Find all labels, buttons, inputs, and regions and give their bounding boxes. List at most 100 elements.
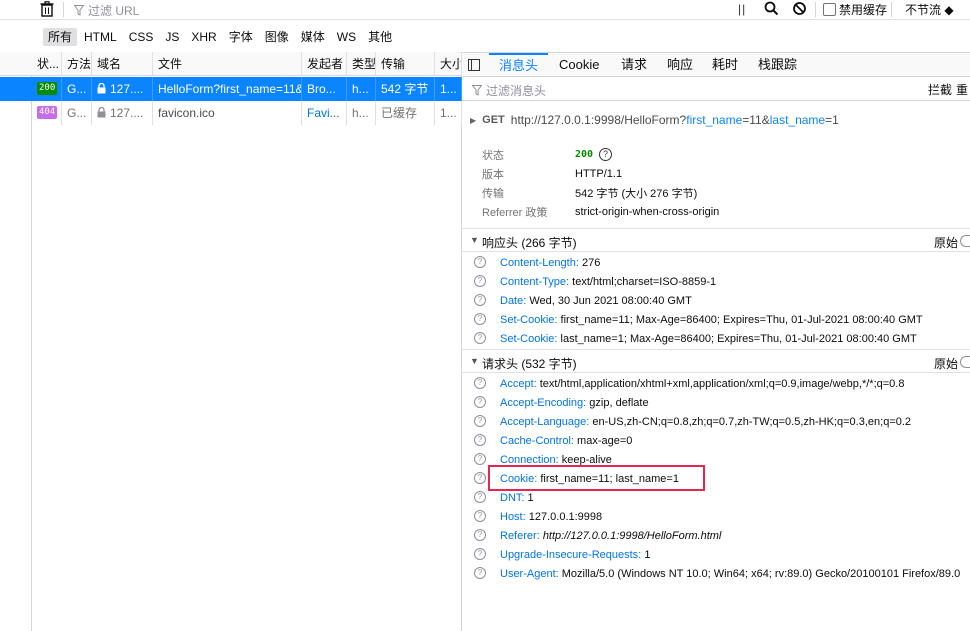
header-row: ? Accept-Encoding: gzip, deflate <box>462 394 970 413</box>
help-icon[interactable]: ? <box>474 275 486 287</box>
tab-stack-trace[interactable]: 栈跟踪 <box>758 53 797 77</box>
response-headers-section[interactable]: ▼ 响应头 (266 字节) 原始 <box>462 228 970 252</box>
filter-icon <box>74 5 84 16</box>
tab-response[interactable]: 响应 <box>667 53 693 77</box>
collapse-triangle-icon[interactable]: ▼ <box>470 235 479 245</box>
trash-icon[interactable] <box>40 1 56 17</box>
type-filter-ws[interactable]: WS <box>332 28 361 46</box>
help-icon[interactable]: ? <box>474 434 486 446</box>
url-filter-input[interactable]: 过滤 URL <box>74 2 139 19</box>
main-toolbar: 过滤 URL || 禁用缓存 不节流 ◆ <box>0 0 970 20</box>
request-headers-section[interactable]: ▼ 请求头 (532 字节) 原始 <box>462 349 970 373</box>
request-domain-cell: 127.... <box>92 77 153 101</box>
type-filter-other[interactable]: 其他 <box>363 28 397 46</box>
tab-timings[interactable]: 耗时 <box>712 53 738 77</box>
column-file[interactable]: 文件 <box>153 52 302 75</box>
pause-icon[interactable]: || <box>738 2 746 16</box>
url-param-name: last_name <box>769 113 826 127</box>
column-method[interactable]: 方法 <box>62 52 92 75</box>
tab-headers[interactable]: 消息头 <box>489 53 549 77</box>
request-initiator-cell: Favi... <box>302 101 347 125</box>
type-filter-xhr[interactable]: XHR <box>186 28 221 46</box>
summary-value: 200? <box>575 148 613 161</box>
raw-toggle-switch[interactable] <box>960 235 970 247</box>
help-icon[interactable]: ? <box>474 415 486 427</box>
header-value: en-US,zh-CN;q=0.8,zh;q=0.7,zh-TW;q=0.5,z… <box>592 416 912 428</box>
section-title: 响应头 (266 字节) <box>482 236 577 250</box>
header-value: first_name=11; Max-Age=86400; Expires=Th… <box>560 314 923 326</box>
help-icon[interactable]: ? <box>474 256 486 268</box>
request-size-cell: 1... <box>435 77 462 101</box>
type-filter-css[interactable]: CSS <box>124 28 159 46</box>
disable-cache-checkbox[interactable]: 禁用缓存 <box>823 1 887 18</box>
help-icon[interactable]: ? <box>474 529 486 541</box>
summary-label: Referrer 政策 <box>482 206 548 219</box>
type-filter-fonts[interactable]: 字体 <box>224 28 258 46</box>
toolbar-divider <box>63 2 64 17</box>
request-status-cell: 404 <box>32 101 62 125</box>
block-icon[interactable] <box>792 1 807 19</box>
lock-icon <box>97 78 106 101</box>
table-row[interactable]: 404 G... 127.... favicon.ico Favi... h..… <box>0 101 462 125</box>
header-value: 1 <box>644 549 651 561</box>
status-code: 200 <box>575 149 594 160</box>
help-icon[interactable]: ? <box>474 491 486 503</box>
column-domain[interactable]: 域名 <box>92 52 153 75</box>
help-icon[interactable]: ? <box>474 472 486 484</box>
collapse-triangle-icon[interactable]: ▼ <box>470 356 479 366</box>
header-value: max-age=0 <box>577 435 633 447</box>
help-icon[interactable]: ? <box>474 567 486 579</box>
header-row: ? Content-Length: 276 <box>462 254 970 273</box>
request-url-line: ▶ GET http://127.0.0.1:9998/HelloForm? fi… <box>470 113 839 127</box>
type-filter-media[interactable]: 媒体 <box>296 28 330 46</box>
type-filter-js[interactable]: JS <box>160 28 184 46</box>
summary-row-version: 版本 HTTP/1.1 <box>482 164 719 183</box>
help-icon[interactable]: ? <box>474 313 486 325</box>
header-name: Content-Type: <box>500 276 570 288</box>
checkbox-box[interactable] <box>823 3 836 16</box>
throttle-dropdown[interactable]: 不节流 ◆ <box>905 1 954 18</box>
column-initiator[interactable]: 发起者 <box>302 52 347 75</box>
search-icon[interactable] <box>764 1 779 19</box>
help-icon[interactable]: ? <box>599 148 613 161</box>
help-icon[interactable]: ? <box>474 548 486 560</box>
column-type[interactable]: 类型 <box>347 52 376 75</box>
help-icon[interactable]: ? <box>474 377 486 389</box>
help-icon[interactable]: ? <box>474 453 486 465</box>
summary-label: 传输 <box>482 187 504 200</box>
headers-filter-input[interactable]: 过滤消息头 <box>472 82 546 99</box>
toggle-sidebar-icon[interactable] <box>468 59 480 71</box>
help-icon[interactable]: ? <box>474 294 486 306</box>
request-type-filters: 所有 HTML CSS JS XHR 字体 图像 媒体 WS 其他 <box>0 27 397 47</box>
resend-button[interactable]: 重 <box>956 81 968 98</box>
request-file-cell: HelloForm?first_name=11& <box>153 77 302 101</box>
header-name: Host: <box>500 511 526 523</box>
tab-cookies[interactable]: Cookie <box>559 53 599 77</box>
tab-request[interactable]: 请求 <box>621 53 647 77</box>
column-size[interactable]: 大小 <box>435 52 462 75</box>
expand-triangle-icon[interactable]: ▶ <box>470 116 476 125</box>
column-status[interactable]: 状... <box>32 52 62 75</box>
type-filter-images[interactable]: 图像 <box>260 28 294 46</box>
header-name: Accept-Encoding: <box>500 397 587 409</box>
headers-filter-bar: 过滤消息头 拦截 重 <box>462 77 970 101</box>
help-icon[interactable]: ? <box>474 510 486 522</box>
disable-cache-label: 禁用缓存 <box>839 3 888 17</box>
block-button[interactable]: 拦截 <box>928 81 952 98</box>
table-row[interactable]: 200 G... 127.... HelloForm?first_name=11… <box>0 77 462 101</box>
column-transfer[interactable]: 传输 <box>376 52 435 75</box>
header-name: Referer: <box>500 530 540 542</box>
header-value: 276 <box>581 257 601 269</box>
type-filter-html[interactable]: HTML <box>79 28 122 46</box>
header-name: Accept-Language: <box>500 416 590 428</box>
header-name: DNT: <box>500 492 525 504</box>
request-type-cell: h... <box>347 77 376 101</box>
help-icon[interactable]: ? <box>474 396 486 408</box>
header-row: ? Set-Cookie: first_name=11; Max-Age=8640… <box>462 311 970 330</box>
summary-row-transfer: 传输 542 字节 (大小 276 字节) <box>482 183 719 202</box>
raw-toggle-switch[interactable] <box>960 356 970 368</box>
help-icon[interactable]: ? <box>474 332 486 344</box>
type-filter-all[interactable]: 所有 <box>43 28 78 46</box>
raw-toggle-label: 原始 <box>934 357 959 371</box>
header-row: ? Content-Type: text/html;charset=ISO-885… <box>462 273 970 292</box>
